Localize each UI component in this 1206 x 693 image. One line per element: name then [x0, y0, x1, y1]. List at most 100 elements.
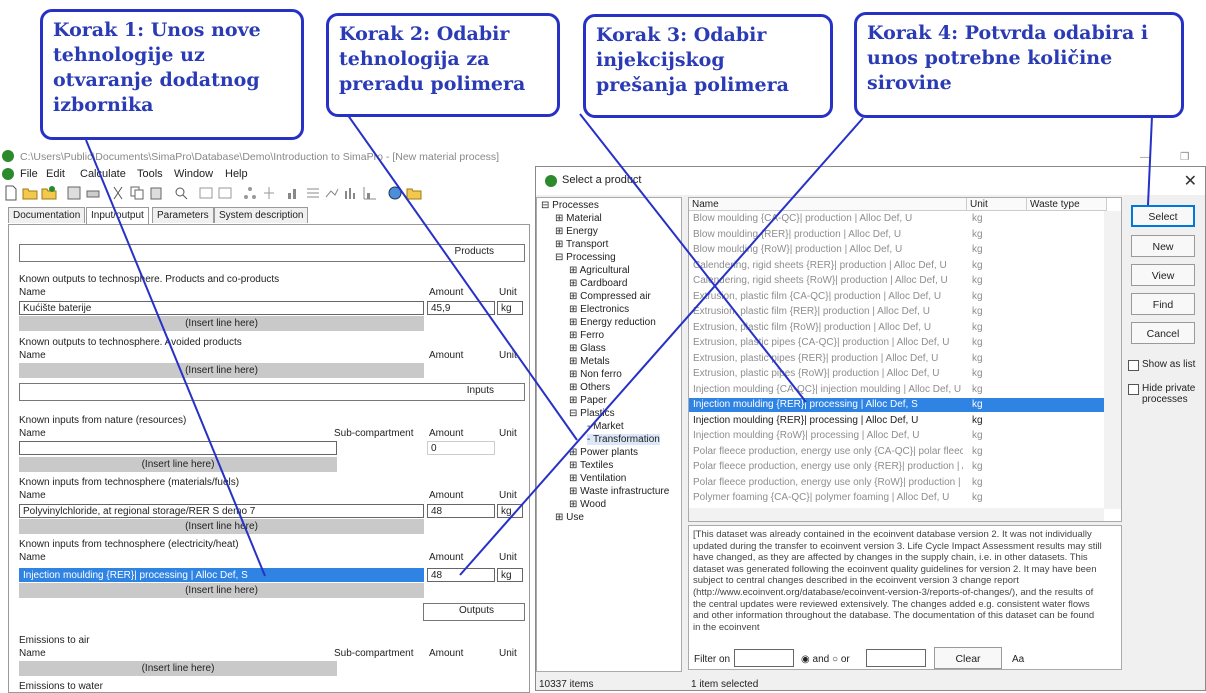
open-library-icon[interactable] — [41, 185, 57, 201]
menu-window[interactable]: Window — [174, 166, 213, 182]
tree-node-material[interactable]: ⊞ Material — [555, 213, 602, 224]
menu-file[interactable]: File — [20, 166, 38, 182]
list-item[interactable]: Extrusion, plastic pipes {RER}| producti… — [689, 352, 1104, 366]
list-item[interactable]: Extrusion, plastic film {RoW}| productio… — [689, 321, 1104, 335]
paste-icon[interactable] — [148, 185, 164, 201]
cancel-button[interactable]: Cancel — [1131, 322, 1195, 344]
tree-icon[interactable] — [261, 185, 277, 201]
show-as-list-checkbox[interactable] — [1128, 360, 1139, 371]
list-item[interactable]: Polar fleece production, energy use only… — [689, 476, 1104, 490]
list-item[interactable]: Extrusion, plastic film {RER}| productio… — [689, 305, 1104, 319]
tree-node-energy[interactable]: ⊞ Energy — [555, 226, 598, 237]
product-list[interactable]: Name Unit Waste type Blow moulding {CA-Q… — [688, 197, 1122, 522]
list-item[interactable]: Polymer foaming {CA-QC}| polymer foaming… — [689, 491, 1104, 505]
list-item[interactable]: Blow moulding {RoW}| production | Alloc … — [689, 243, 1104, 257]
vertical-scrollbar[interactable] — [1104, 211, 1121, 509]
network-icon[interactable] — [242, 185, 258, 201]
insert-line-button[interactable]: (Insert line here) — [19, 583, 424, 598]
list-item[interactable]: Extrusion, plastic film {CA-QC}| product… — [689, 290, 1104, 304]
tab-documentation[interactable]: Documentation — [8, 207, 86, 223]
tree-node-textiles[interactable]: ⊞ Textiles — [569, 460, 613, 471]
menu-edit[interactable]: Edit — [46, 166, 65, 182]
list-item[interactable]: Calendering, rigid sheets {RER}| product… — [689, 259, 1104, 273]
resource-amount-field[interactable]: 0 — [427, 441, 495, 455]
table-alt-icon[interactable] — [217, 185, 233, 201]
tree-node-plastics[interactable]: ⊟ Plastics — [569, 408, 615, 419]
tree-node-non-ferro[interactable]: ⊞ Non ferro — [569, 369, 622, 380]
tree-node-compressed-air[interactable]: ⊞ Compressed air — [569, 291, 651, 302]
copy-icon[interactable] — [129, 185, 145, 201]
hide-private-checkbox[interactable] — [1128, 384, 1139, 395]
list-item[interactable]: Injection moulding {RoW}| processing | A… — [689, 429, 1104, 443]
tree-node-others[interactable]: ⊞ Others — [569, 382, 610, 393]
electricity-name-field[interactable]: Injection moulding {RER}| processing | A… — [19, 568, 424, 582]
tree-node-waste-infrastructure[interactable]: ⊞ Waste infrastructure — [569, 486, 669, 497]
tab-system-description[interactable]: System description — [214, 207, 309, 223]
list-item[interactable]: Extrusion, plastic pipes {RoW}| producti… — [689, 367, 1104, 381]
column-header-unit[interactable]: Unit — [967, 198, 1027, 211]
find-button[interactable]: Find — [1131, 293, 1195, 315]
tree-node-power-plants[interactable]: ⊞ Power plants — [569, 447, 638, 458]
tree-node-energy-reduction[interactable]: ⊞ Energy reduction — [569, 317, 656, 328]
new-file-icon[interactable] — [3, 185, 19, 201]
tree-node-agricultural[interactable]: ⊞ Agricultural — [569, 265, 630, 276]
view-button[interactable]: View — [1131, 264, 1195, 286]
list-item[interactable]: Polar fleece production, energy use only… — [689, 460, 1104, 474]
list-item[interactable]: Injection moulding {RER}| processing | A… — [689, 398, 1104, 412]
close-icon[interactable]: ✕ — [1184, 171, 1197, 191]
table-icon[interactable] — [198, 185, 214, 201]
globe-icon[interactable] — [387, 185, 403, 201]
column-header-name[interactable]: Name — [689, 198, 967, 211]
select-button[interactable]: Select — [1131, 205, 1195, 227]
tree-node-electronics[interactable]: ⊞ Electronics — [569, 304, 629, 315]
list-item[interactable]: Blow moulding {CA-QC}| production | Allo… — [689, 212, 1104, 226]
tree-node-wood[interactable]: ⊞ Wood — [569, 499, 606, 510]
clear-button[interactable]: Clear — [934, 647, 1002, 669]
column-header-waste-type[interactable]: Waste type — [1027, 198, 1107, 211]
filter-input-1[interactable] — [734, 649, 794, 667]
list-item[interactable]: Injection moulding {RER}| processing | A… — [689, 414, 1104, 428]
match-case-toggle[interactable]: Aa — [1012, 654, 1024, 665]
list-item[interactable]: Injection moulding {CA-QC}| injection mo… — [689, 383, 1104, 397]
product-amount-field[interactable]: 45,9 — [427, 301, 495, 315]
list-item[interactable]: Extrusion, plastic pipes {CA-QC}| produc… — [689, 336, 1104, 350]
material-name-field[interactable]: Polyvinylchloride, at regional storage/R… — [19, 504, 424, 518]
material-unit-field[interactable]: kg — [497, 504, 523, 518]
tab-parameters[interactable]: Parameters — [152, 207, 214, 223]
print-icon[interactable] — [85, 185, 101, 201]
filter-or-option[interactable]: ○ or — [832, 654, 850, 665]
tree-node-market[interactable]: - Market — [587, 421, 624, 432]
filter-and-option[interactable]: ◉ and — [801, 654, 829, 665]
electricity-unit-field[interactable]: kg — [497, 568, 523, 582]
compare-icon[interactable] — [305, 185, 321, 201]
filter-input-2[interactable] — [866, 649, 926, 667]
electricity-amount-field[interactable]: 48 — [427, 568, 495, 582]
bar-chart-icon[interactable] — [343, 185, 359, 201]
material-amount-field[interactable]: 48 — [427, 504, 495, 518]
menu-calculate[interactable]: Calculate — [80, 166, 126, 182]
menu-tools[interactable]: Tools — [137, 166, 163, 182]
insert-line-button[interactable]: (Insert line here) — [19, 316, 424, 331]
tree-node-processing[interactable]: ⊟ Processing — [555, 252, 616, 263]
tree-node-transport[interactable]: ⊞ Transport — [555, 239, 608, 250]
tree-node-ferro[interactable]: ⊞ Ferro — [569, 330, 604, 341]
process-tree[interactable]: ⊟ Processes ⊞ Material ⊞ Energy ⊞ Transp… — [536, 197, 682, 672]
restore-icon[interactable]: ❐ — [1180, 148, 1189, 166]
network-analysis-icon[interactable] — [324, 185, 340, 201]
insert-line-button[interactable]: (Insert line here) — [19, 519, 424, 534]
tree-node-ventilation[interactable]: ⊞ Ventilation — [569, 473, 626, 484]
search-icon[interactable] — [173, 185, 189, 201]
list-item[interactable]: Blow moulding {RER}| production | Alloc … — [689, 228, 1104, 242]
tree-node-glass[interactable]: ⊞ Glass — [569, 343, 606, 354]
insert-line-button[interactable]: (Insert line here) — [19, 363, 424, 378]
chart-icon[interactable] — [362, 185, 378, 201]
save-icon[interactable] — [66, 185, 82, 201]
cut-icon[interactable] — [110, 185, 126, 201]
tree-node-paper[interactable]: ⊞ Paper — [569, 395, 607, 406]
product-unit-field[interactable]: kg — [497, 301, 523, 315]
tree-node-transformation[interactable]: - Transformation — [587, 434, 660, 445]
resource-name-field[interactable] — [19, 441, 337, 455]
product-name-field[interactable]: Kućište baterije — [19, 301, 424, 315]
horizontal-scrollbar[interactable] — [689, 508, 1104, 521]
minimize-icon[interactable]: — — [1140, 148, 1151, 166]
